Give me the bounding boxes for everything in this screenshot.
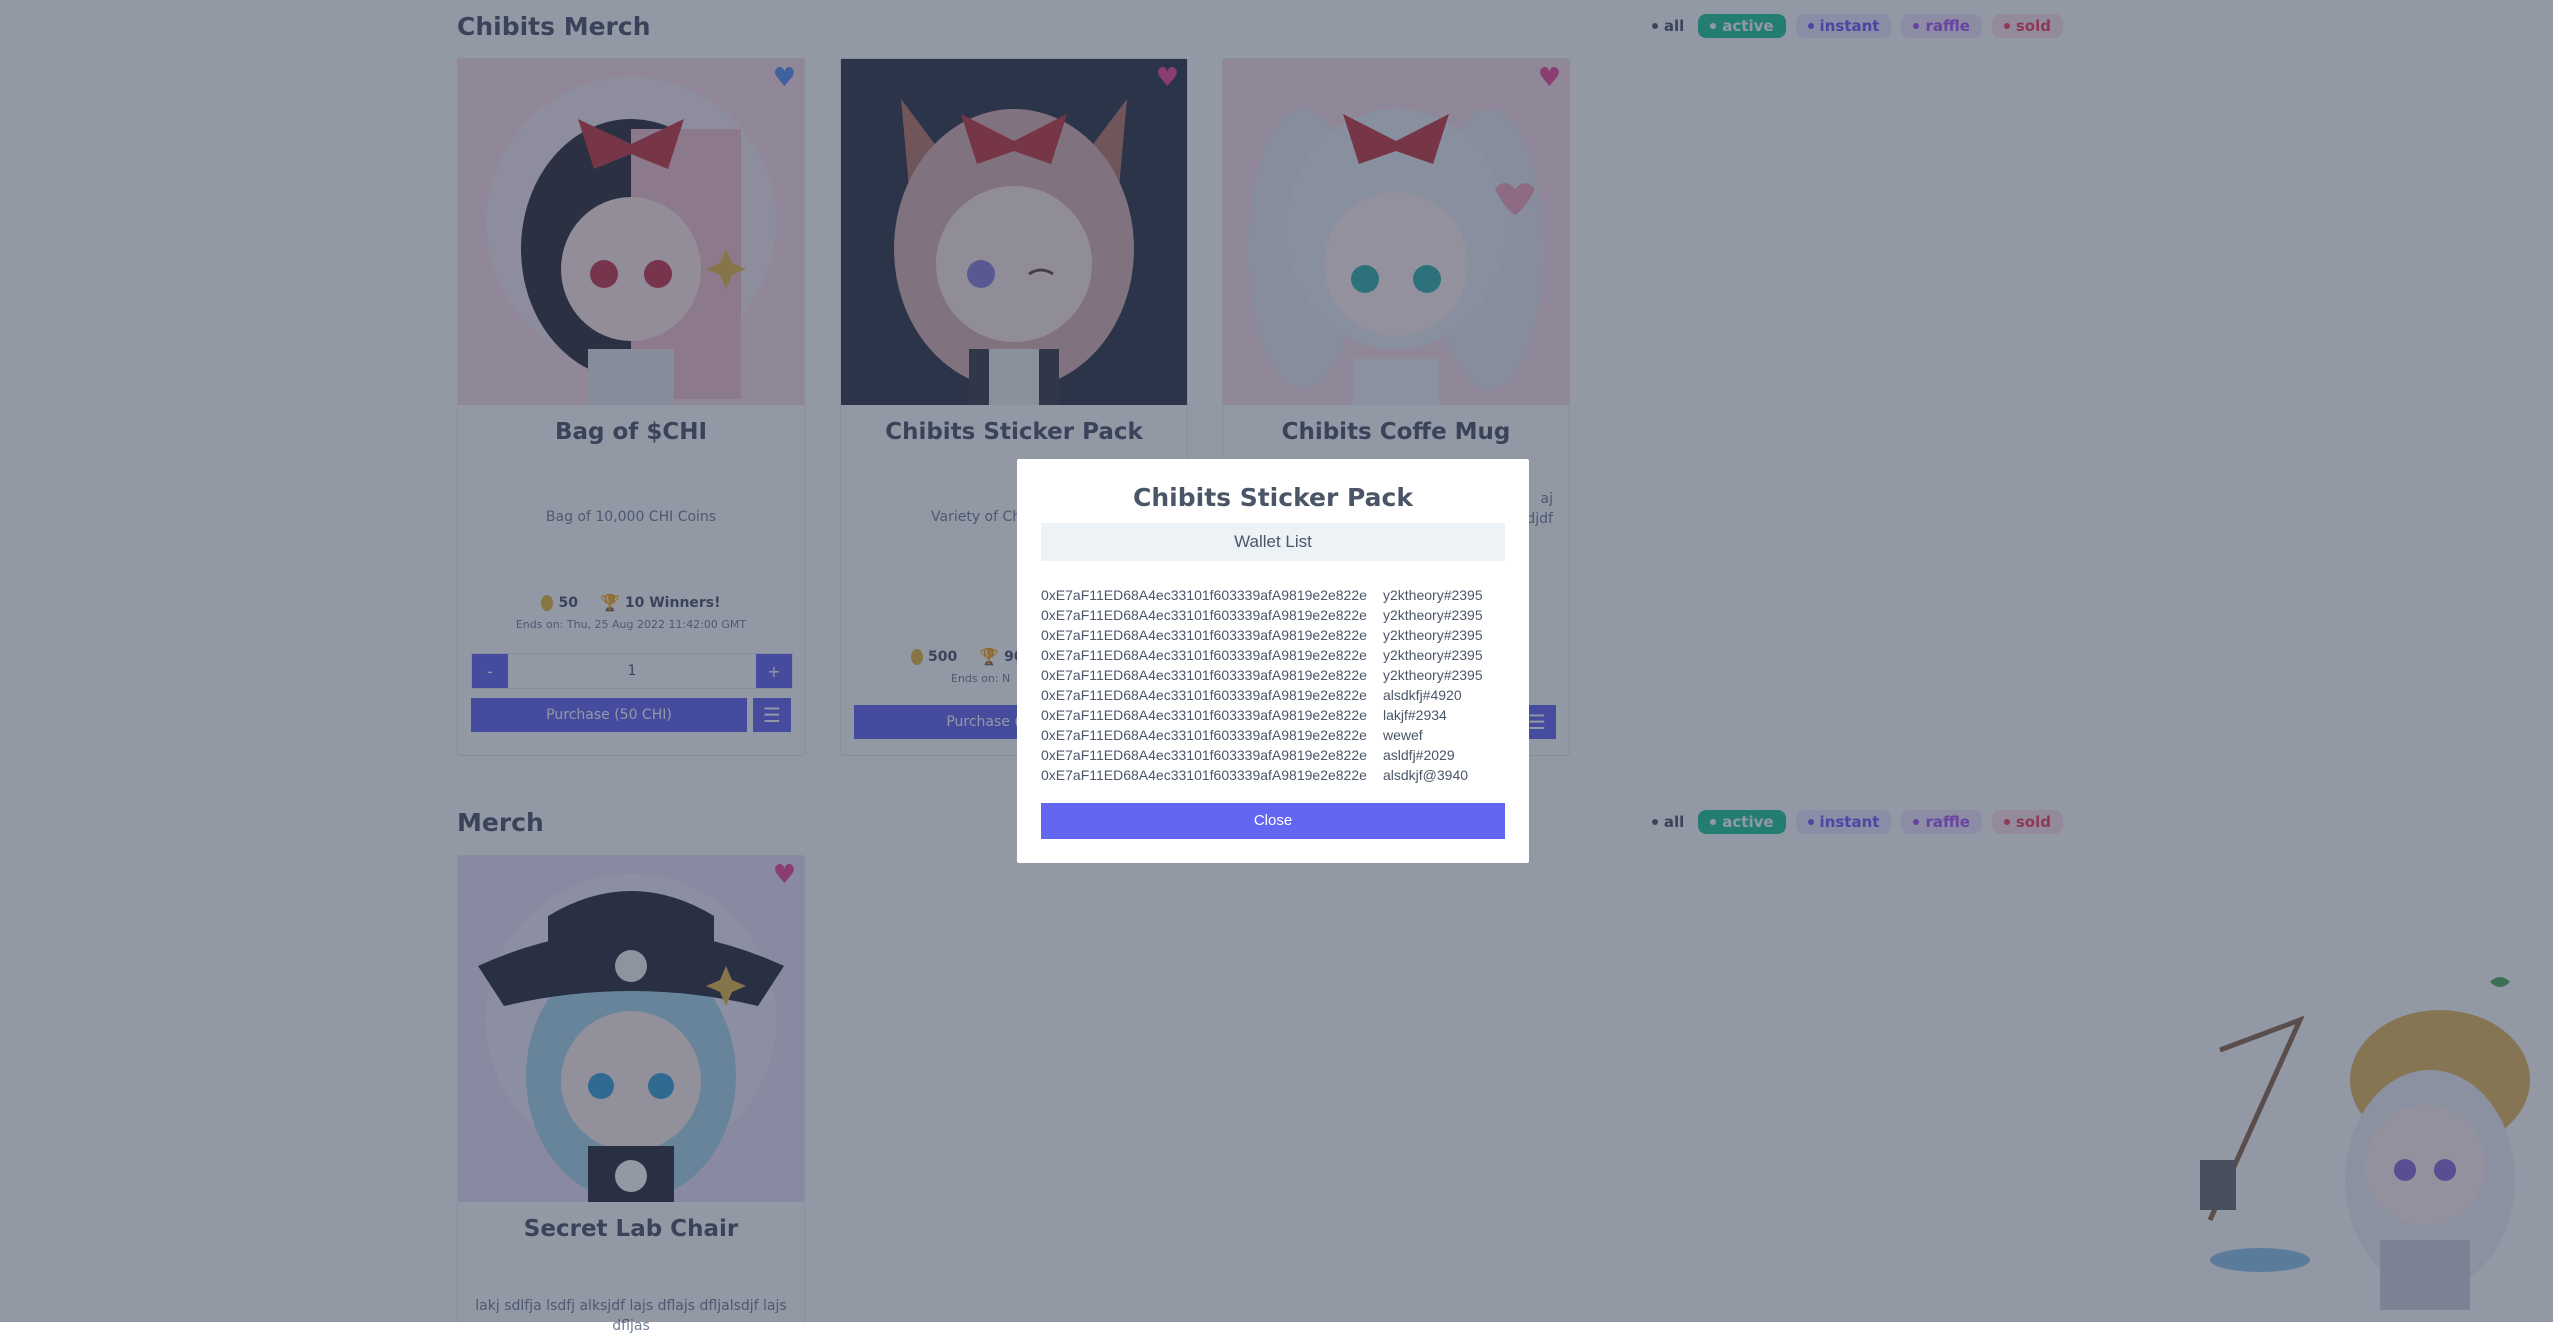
wallet-row: 0xE7aF11ED68A4ec33101f603339afA9819e2e82… bbox=[1041, 625, 1505, 645]
wallet-row: 0xE7aF11ED68A4ec33101f603339afA9819e2e82… bbox=[1041, 745, 1505, 765]
wallet-address: 0xE7aF11ED68A4ec33101f603339afA9819e2e82… bbox=[1041, 687, 1367, 703]
marketplace-page: Chibits Merch all active instant raffle … bbox=[0, 0, 2553, 1334]
modal-title: Chibits Sticker Pack bbox=[1133, 483, 1413, 512]
wallet-address: 0xE7aF11ED68A4ec33101f603339afA9819e2e82… bbox=[1041, 607, 1367, 623]
wallet-address: 0xE7aF11ED68A4ec33101f603339afA9819e2e82… bbox=[1041, 727, 1367, 743]
wallet-row: 0xE7aF11ED68A4ec33101f603339afA9819e2e82… bbox=[1041, 605, 1505, 625]
wallet-row: 0xE7aF11ED68A4ec33101f603339afA9819e2e82… bbox=[1041, 685, 1505, 705]
wallet-address: 0xE7aF11ED68A4ec33101f603339afA9819e2e82… bbox=[1041, 767, 1367, 783]
wallet-username: asldfj#2029 bbox=[1383, 747, 1455, 763]
wallet-address: 0xE7aF11ED68A4ec33101f603339afA9819e2e82… bbox=[1041, 647, 1367, 663]
wallet-username: wewef bbox=[1383, 727, 1423, 743]
wallet-username: y2ktheory#2395 bbox=[1383, 607, 1483, 623]
wallet-row: 0xE7aF11ED68A4ec33101f603339afA9819e2e82… bbox=[1041, 725, 1505, 745]
wallet-address: 0xE7aF11ED68A4ec33101f603339afA9819e2e82… bbox=[1041, 627, 1367, 643]
wallet-address: 0xE7aF11ED68A4ec33101f603339afA9819e2e82… bbox=[1041, 587, 1367, 603]
wallet-list: 0xE7aF11ED68A4ec33101f603339afA9819e2e82… bbox=[1041, 585, 1505, 785]
wallet-address: 0xE7aF11ED68A4ec33101f603339afA9819e2e82… bbox=[1041, 667, 1367, 683]
wallet-username: y2ktheory#2395 bbox=[1383, 647, 1483, 663]
wallet-username: y2ktheory#2395 bbox=[1383, 667, 1483, 683]
wallet-username: y2ktheory#2395 bbox=[1383, 587, 1483, 603]
wallet-row: 0xE7aF11ED68A4ec33101f603339afA9819e2e82… bbox=[1041, 765, 1505, 785]
wallet-address: 0xE7aF11ED68A4ec33101f603339afA9819e2e82… bbox=[1041, 707, 1367, 723]
wallet-address: 0xE7aF11ED68A4ec33101f603339afA9819e2e82… bbox=[1041, 747, 1367, 763]
wallet-row: 0xE7aF11ED68A4ec33101f603339afA9819e2e82… bbox=[1041, 705, 1505, 725]
wallet-row: 0xE7aF11ED68A4ec33101f603339afA9819e2e82… bbox=[1041, 645, 1505, 665]
wallet-list-modal: Chibits Sticker Pack Wallet List 0xE7aF1… bbox=[1017, 459, 1529, 863]
wallet-username: lakjf#2934 bbox=[1383, 707, 1447, 723]
wallet-row: 0xE7aF11ED68A4ec33101f603339afA9819e2e82… bbox=[1041, 665, 1505, 685]
wallet-username: y2ktheory#2395 bbox=[1383, 627, 1483, 643]
modal-subtitle: Wallet List bbox=[1041, 523, 1505, 561]
close-button[interactable]: Close bbox=[1041, 803, 1505, 839]
wallet-username: alsdkjf@3940 bbox=[1383, 767, 1469, 783]
wallet-row: 0xE7aF11ED68A4ec33101f603339afA9819e2e82… bbox=[1041, 585, 1505, 605]
wallet-username: alsdkfj#4920 bbox=[1383, 687, 1462, 703]
